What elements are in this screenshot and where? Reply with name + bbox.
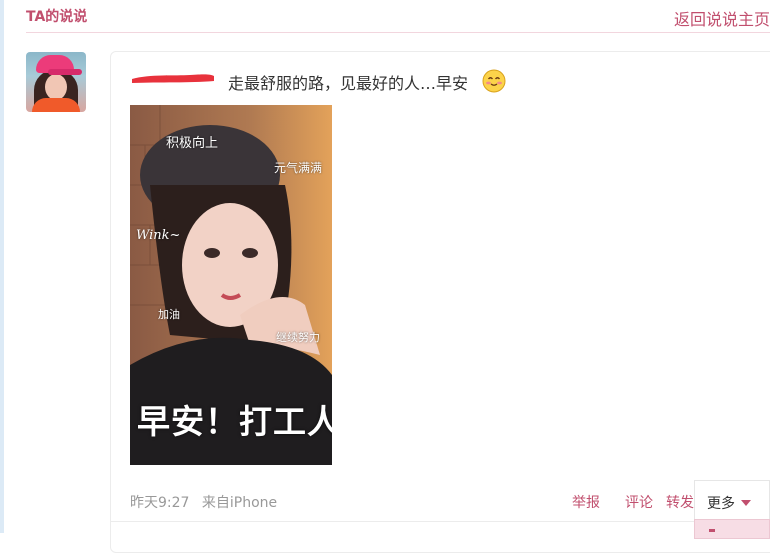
post-meta: 昨天9:27 来自iPhone — [130, 492, 277, 512]
post-footer-divider — [110, 521, 694, 522]
photo-sticker: 加油 — [158, 308, 180, 321]
smile-emoji-icon — [482, 69, 506, 93]
photo-sticker: 积极向上 — [166, 136, 219, 151]
comment-button[interactable]: 评论 — [625, 492, 653, 512]
photo-caption: 早安！打工人 — [137, 402, 332, 441]
photo-sticker: 继续努力 — [276, 331, 320, 344]
more-label: 更多 — [707, 496, 735, 512]
photo-sticker: Wink~ — [136, 228, 181, 243]
avatar-hat-brim — [48, 69, 82, 75]
left-edge-strip — [0, 0, 4, 533]
more-button[interactable]: 更多 — [694, 480, 770, 520]
avatar-shirt — [32, 98, 80, 112]
post-photo[interactable]: 积极向上 元气满满 Wink~ 加油 继续努力 早安！打工人 — [130, 105, 332, 465]
report-button[interactable]: 举报 — [572, 492, 600, 512]
avatar[interactable] — [26, 52, 86, 112]
post-source: 来自iPhone — [201, 495, 278, 511]
post-text: 走最舒服的路，见最好的人…早安 — [228, 74, 469, 93]
more-dropdown-menu[interactable] — [694, 519, 770, 539]
photo-sticker: 元气满满 — [274, 161, 323, 175]
post-time[interactable]: 昨天9:27 — [130, 495, 189, 511]
back-to-shuoshuo-home-link[interactable]: 返回说说主页 — [674, 6, 770, 30]
header-divider — [26, 32, 770, 33]
page-title: TA的说说 — [26, 9, 88, 25]
caret-down-icon — [741, 500, 751, 506]
author-name-redacted[interactable] — [130, 70, 216, 86]
forward-button[interactable]: 转发 — [666, 492, 694, 512]
menu-item-fragment — [709, 529, 715, 532]
avatar-face — [45, 74, 67, 100]
